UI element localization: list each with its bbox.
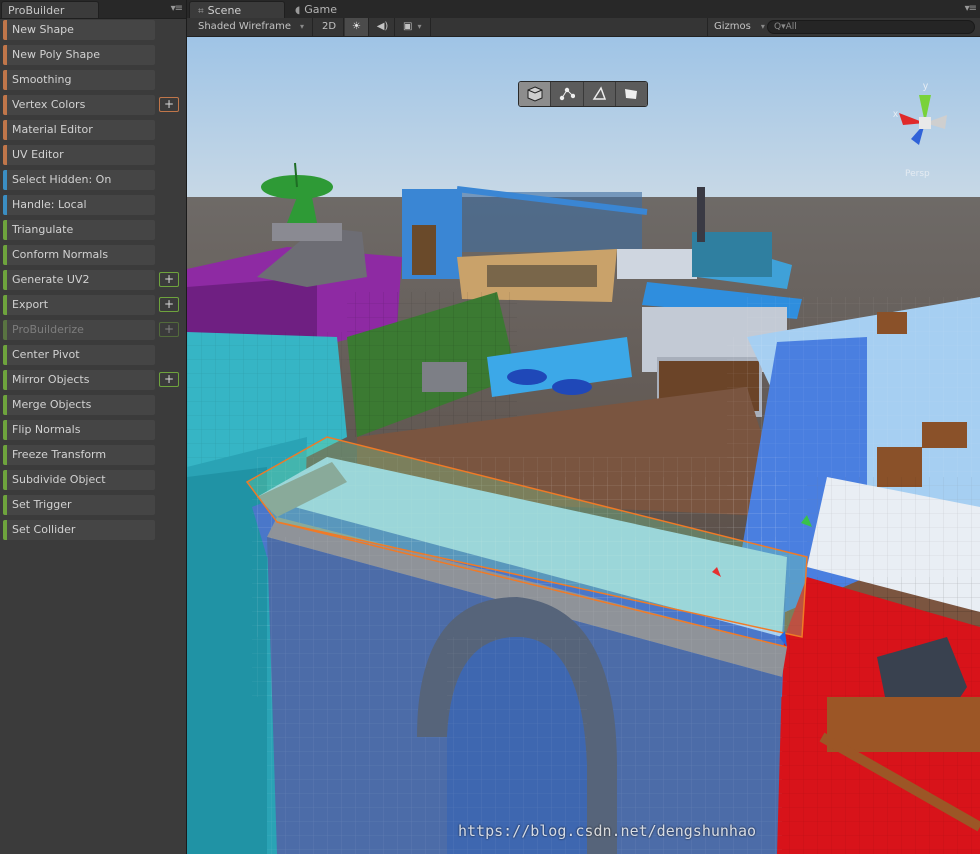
probuilder-tool-button[interactable]: Vertex Colors bbox=[3, 95, 155, 115]
axis-x-label: x bbox=[893, 109, 898, 120]
probuilder-item: Handle: Local bbox=[3, 193, 184, 218]
options-plus-button[interactable]: + bbox=[159, 372, 179, 387]
probuilder-item: Merge Objects bbox=[3, 393, 184, 418]
image-icon: ▣ bbox=[403, 21, 413, 32]
probuilder-item: Conform Normals bbox=[3, 243, 184, 268]
tab-scene[interactable]: ⌗ Scene bbox=[189, 1, 285, 18]
probuilder-item: Smoothing bbox=[3, 68, 184, 93]
watermark-text: https://blog.csdn.net/dengshunhao bbox=[458, 822, 757, 840]
edge-select-icon bbox=[592, 86, 607, 100]
scene-window: ⌗ Scene ◖ Game ▾≡ Shaded Wireframe ▾ 2D ☀ ◀… bbox=[187, 0, 980, 854]
scene-toolbar: Shaded Wireframe ▾ 2D ☀ ◀) ▣ ▾ Gizmos ▾ Q▾A… bbox=[187, 18, 980, 37]
probuilder-item: New Poly Shape bbox=[3, 43, 184, 68]
probuilder-item: Triangulate bbox=[3, 218, 184, 243]
probuilder-item: UV Editor bbox=[3, 143, 184, 168]
chevron-down-icon: ▾ bbox=[760, 22, 765, 31]
tab-game[interactable]: ◖ Game bbox=[287, 1, 377, 18]
chevron-down-icon: ▾ bbox=[417, 22, 422, 31]
probuilder-tool-button[interactable]: Export bbox=[3, 295, 155, 315]
probuilder-tool-button[interactable]: Select Hidden: On bbox=[3, 170, 155, 190]
probuilder-tool-button[interactable]: Smoothing bbox=[3, 70, 155, 90]
probuilder-tool-list: New Shape New Poly Shape Smoothing Vertex C… bbox=[3, 18, 184, 543]
scene-search-input[interactable]: Q▾All bbox=[767, 20, 975, 34]
probuilder-tool-button[interactable]: Merge Objects bbox=[3, 395, 155, 415]
probuilder-item: Material Editor bbox=[3, 118, 184, 143]
probuilder-panel: ProBuilder ▾≡ New Shape New Poly Shape Smo… bbox=[0, 0, 187, 854]
orientation-gizmo[interactable]: y x bbox=[889, 77, 959, 167]
chevron-down-icon: ▾ bbox=[299, 22, 304, 31]
audio-toggle[interactable]: ◀) bbox=[371, 18, 395, 36]
vertex-select-icon bbox=[559, 87, 575, 101]
axis-gizmo-icon: y x bbox=[893, 81, 947, 145]
axis-y-label: y bbox=[923, 81, 928, 92]
options-plus-button[interactable]: + bbox=[159, 272, 179, 287]
probuilder-tool-button[interactable]: Material Editor bbox=[3, 120, 155, 140]
probuilder-item: Set Collider bbox=[3, 518, 184, 543]
probuilder-tab[interactable]: ProBuilder bbox=[1, 1, 99, 18]
probuilder-item: Generate UV2 + bbox=[3, 268, 184, 293]
probuilder-item: Set Trigger bbox=[3, 493, 184, 518]
pacman-icon: ◖ bbox=[295, 5, 301, 16]
scene-menu-icon[interactable]: ▾≡ bbox=[965, 3, 977, 14]
probuilder-item: New Shape bbox=[3, 18, 184, 43]
selection-mode-toolbar bbox=[518, 81, 648, 107]
probuilder-tool-button[interactable]: Generate UV2 bbox=[3, 270, 155, 290]
probuilder-item: Mirror Objects + bbox=[3, 368, 184, 393]
panel-menu-icon[interactable]: ▾≡ bbox=[171, 3, 183, 14]
persp-label: Persp bbox=[905, 169, 930, 179]
scene-render bbox=[187, 37, 980, 854]
search-icon: Q▾ bbox=[774, 22, 786, 32]
scene-viewport[interactable]: y x Persp bbox=[187, 37, 980, 854]
probuilder-tool-button[interactable]: Set Collider bbox=[3, 520, 155, 540]
tab-scene-label: Scene bbox=[207, 4, 242, 17]
face-select-icon bbox=[625, 89, 638, 99]
probuilder-tool-button[interactable]: Center Pivot bbox=[3, 345, 155, 365]
probuilder-tool-button[interactable]: Freeze Transform bbox=[3, 445, 155, 465]
probuilder-tool-button[interactable]: Triangulate bbox=[3, 220, 155, 240]
gizmos-label: Gizmos bbox=[714, 21, 751, 32]
search-placeholder: All bbox=[785, 22, 797, 32]
probuilder-tool-button[interactable]: Conform Normals bbox=[3, 245, 155, 265]
lighting-toggle[interactable]: ☀ bbox=[345, 18, 369, 36]
probuilder-item: Select Hidden: On bbox=[3, 168, 184, 193]
probuilder-tool-button[interactable]: New Poly Shape bbox=[3, 45, 155, 65]
probuilder-item: Subdivide Object bbox=[3, 468, 184, 493]
2d-toggle[interactable]: 2D bbox=[315, 18, 344, 36]
probuilder-tool-button[interactable]: Subdivide Object bbox=[3, 470, 155, 490]
probuilder-tool-button[interactable]: Flip Normals bbox=[3, 420, 155, 440]
object-mode-button[interactable] bbox=[519, 82, 552, 106]
vertex-mode-button[interactable] bbox=[551, 82, 584, 106]
options-plus-button[interactable]: + bbox=[159, 97, 179, 112]
probuilder-item: Flip Normals bbox=[3, 418, 184, 443]
tab-game-label: Game bbox=[304, 3, 338, 16]
shading-mode-dropdown[interactable]: Shaded Wireframe ▾ bbox=[193, 18, 313, 36]
probuilder-item: Freeze Transform bbox=[3, 443, 184, 468]
edge-mode-button[interactable] bbox=[583, 82, 616, 106]
speaker-icon: ◀) bbox=[376, 21, 389, 32]
shading-mode-label: Shaded Wireframe bbox=[198, 21, 291, 32]
cube-icon bbox=[527, 86, 543, 102]
effects-dropdown[interactable]: ▣ ▾ bbox=[397, 18, 431, 36]
scene-tabbar: ⌗ Scene ◖ Game ▾≡ bbox=[187, 0, 980, 19]
probuilder-tool-button[interactable]: ProBuilderize bbox=[3, 320, 155, 340]
sun-icon: ☀ bbox=[352, 21, 361, 32]
face-mode-button[interactable] bbox=[615, 82, 647, 106]
probuilder-item: Vertex Colors + bbox=[3, 93, 184, 118]
probuilder-tool-button[interactable]: Mirror Objects bbox=[3, 370, 155, 390]
probuilder-tool-button[interactable]: New Shape bbox=[3, 20, 155, 40]
options-plus-button[interactable]: + bbox=[159, 297, 179, 312]
probuilder-tabbar: ProBuilder ▾≡ bbox=[0, 0, 186, 19]
probuilder-tool-button[interactable]: Set Trigger bbox=[3, 495, 155, 515]
probuilder-item: ProBuilderize + bbox=[3, 318, 184, 343]
options-plus-button[interactable]: + bbox=[159, 322, 179, 337]
probuilder-item: Export + bbox=[3, 293, 184, 318]
probuilder-tool-button[interactable]: Handle: Local bbox=[3, 195, 155, 215]
probuilder-tool-button[interactable]: UV Editor bbox=[3, 145, 155, 165]
probuilder-item: Center Pivot bbox=[3, 343, 184, 368]
